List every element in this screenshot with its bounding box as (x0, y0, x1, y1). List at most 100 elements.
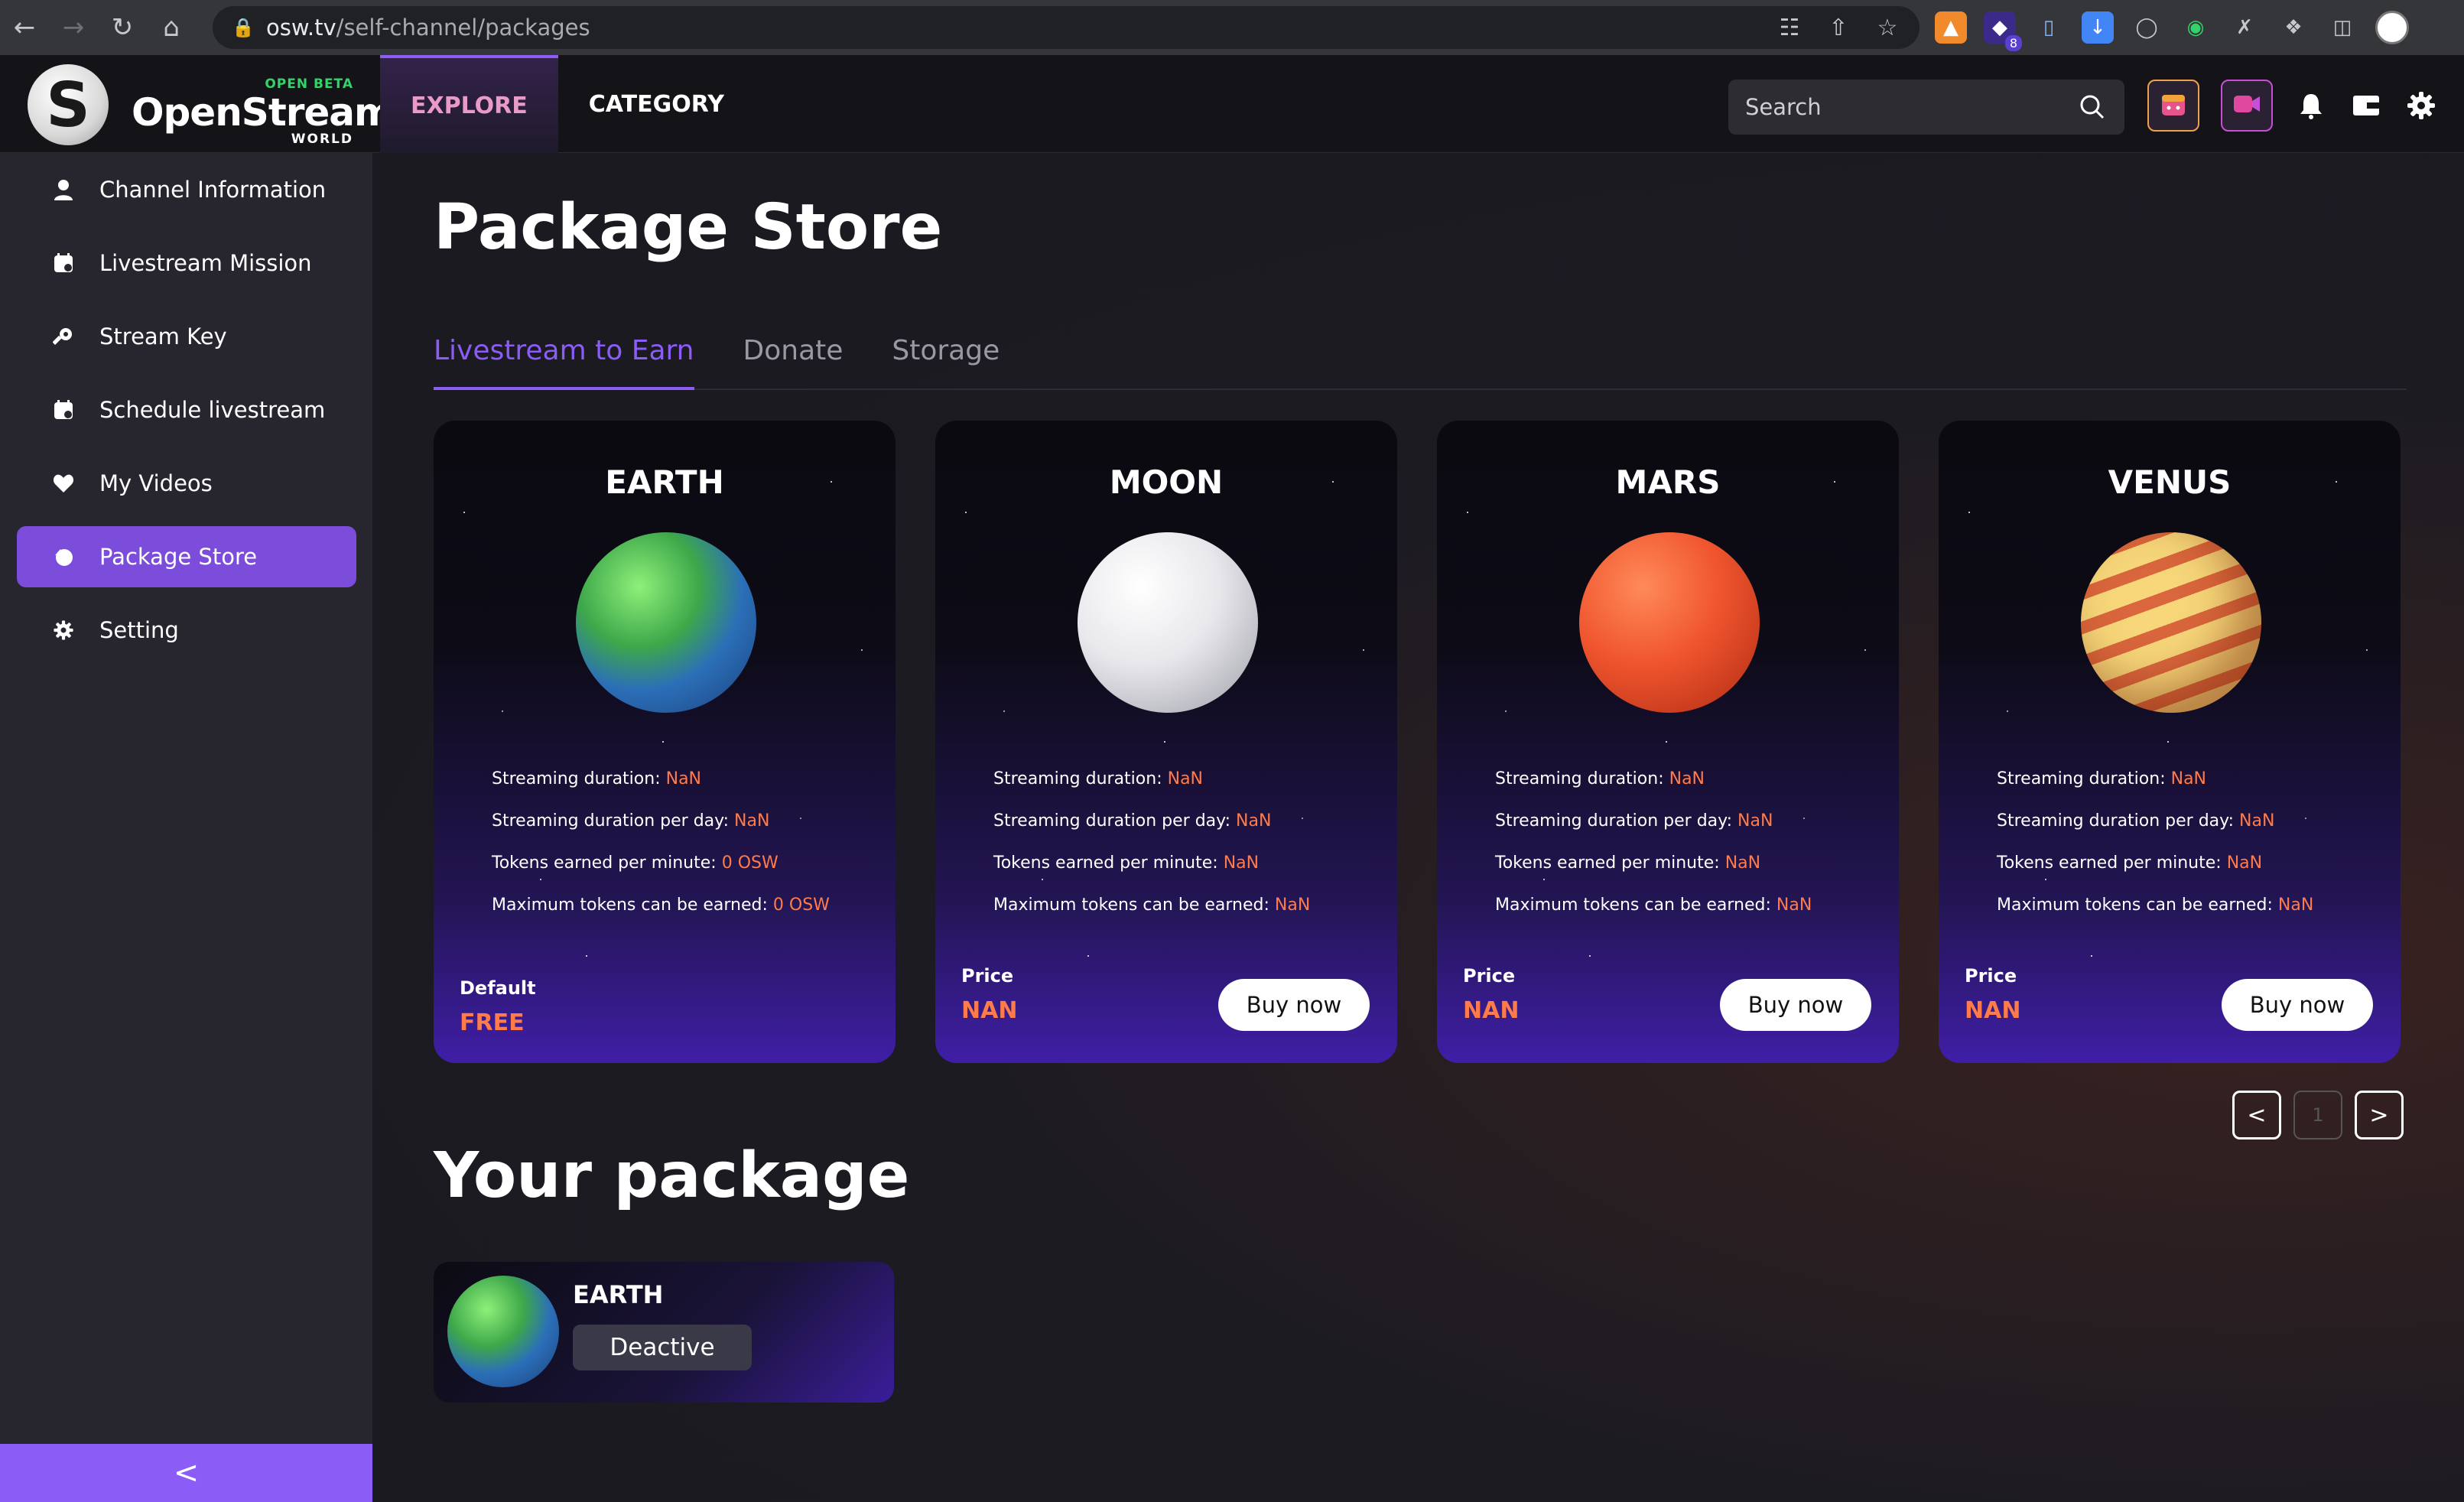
go-live-button[interactable] (2221, 80, 2273, 132)
share-icon[interactable]: ⇧ (1825, 14, 1852, 41)
sidebar-item-stream-key[interactable]: Stream Key (17, 306, 356, 367)
sidebar-item-label: Stream Key (99, 323, 227, 349)
package-name: EARTH (605, 463, 724, 501)
home-icon[interactable]: ⌂ (147, 0, 196, 55)
logo-beta-label: OPEN BETA (265, 76, 353, 92)
chevron-left-icon: < (173, 1455, 200, 1491)
logo-world-label: WORLD (291, 132, 353, 147)
calendar-icon (52, 252, 75, 275)
package-card-earth: EARTH Streaming duration: NaN Streaming … (434, 421, 896, 1063)
your-package-title: Your package (434, 1140, 910, 1212)
download-extension-icon[interactable]: ↓ (2082, 11, 2114, 44)
sidebar-collapse-button[interactable]: < (0, 1444, 372, 1502)
sidebar-item-setting[interactable]: Setting (17, 600, 356, 661)
buy-now-button[interactable]: Buy now (2222, 979, 2373, 1031)
package-name: MOON (1109, 463, 1224, 501)
bell-icon[interactable] (2294, 80, 2328, 132)
stat-label: Maximum tokens can be earned: (993, 896, 1269, 915)
sidebar-item-label: Package Store (99, 544, 258, 570)
search-box (1728, 80, 2124, 135)
stat-value: NaN (1669, 769, 1705, 788)
gear-icon (52, 619, 75, 642)
package-icon (52, 545, 75, 568)
deactive-button[interactable]: Deactive (573, 1325, 752, 1370)
search-input[interactable] (1745, 94, 2077, 120)
sidebar-item-channel-information[interactable]: Channel Information (17, 159, 356, 220)
green-extension-icon[interactable]: ◉ (2180, 11, 2212, 44)
stat-label: Streaming duration: (1495, 769, 1664, 788)
app-header: S OPEN BETA OpenStream WORLD EXPLORE CAT… (0, 55, 2464, 153)
sidebar-item-livestream-mission[interactable]: Livestream Mission (17, 232, 356, 294)
stat-label: Maximum tokens can be earned: (1495, 896, 1771, 915)
nav-explore[interactable]: EXPLORE (380, 55, 558, 153)
stat-value: NaN (2239, 811, 2275, 831)
wallet-extension-icon[interactable]: ◆ 8 (1984, 11, 2022, 51)
package-stats: Streaming duration: NaN Streaming durati… (1997, 769, 2313, 938)
package-card-moon: MOON Streaming duration: NaN Streaming d… (935, 421, 1397, 1063)
profile-avatar[interactable] (2375, 11, 2409, 44)
lock-icon: 🔒 (232, 17, 255, 38)
stat-label: Tokens earned per minute: (993, 853, 1218, 873)
stat-value: NaN (1776, 896, 1812, 915)
address-bar[interactable]: 🔒 osw.tv/self-channel/packages ☷ ⇧ ☆ (213, 6, 1920, 49)
gear-icon[interactable] (2404, 80, 2438, 132)
stat-value: NaN (1724, 853, 1761, 873)
stat-value: NaN (1274, 896, 1311, 915)
back-icon[interactable]: ← (0, 0, 49, 55)
translate-icon[interactable]: ☷ (1776, 14, 1803, 41)
price-value: FREE (460, 1009, 525, 1036)
chevron-left-icon: < (2247, 1101, 2267, 1129)
logo-mark-icon: S (28, 64, 109, 145)
stat-label: Streaming duration: (492, 769, 661, 788)
star-icon[interactable]: ☆ (1874, 14, 1901, 41)
stat-label: Streaming duration per day: (993, 811, 1230, 831)
docs-extension-icon[interactable]: ▯ (2033, 11, 2065, 44)
sidebar-item-label: Setting (99, 617, 179, 643)
tab-storage[interactable]: Storage (892, 329, 1000, 390)
logo[interactable]: S OPEN BETA OpenStream WORLD (28, 64, 394, 147)
earth-planet-image (447, 1276, 559, 1387)
stat-value: NaN (2226, 853, 2263, 873)
moon-planet-image (1078, 532, 1258, 713)
calendar-icon (2159, 89, 2188, 122)
metamask-extension-icon[interactable]: ▲ (1935, 11, 1967, 44)
price-value: NAN (1965, 997, 2021, 1024)
stat-label: Streaming duration: (993, 769, 1162, 788)
package-card-venus: VENUS Streaming duration: NaN Streaming … (1939, 421, 2401, 1063)
reload-icon[interactable]: ↻ (98, 0, 147, 55)
sidebar-item-schedule-livestream[interactable]: Schedule livestream (17, 379, 356, 441)
wallet-icon[interactable] (2349, 80, 2383, 132)
pagination-page[interactable]: 1 (2293, 1091, 2342, 1140)
buy-now-button[interactable]: Buy now (1218, 979, 1370, 1031)
schedule-calendar-button[interactable] (2147, 80, 2199, 132)
price-value: NAN (961, 997, 1018, 1024)
sidebar-item-label: Schedule livestream (99, 397, 326, 423)
sidebar-item-my-videos[interactable]: My Videos (17, 453, 356, 514)
top-nav: EXPLORE CATEGORY (380, 55, 755, 153)
tool-extension-icon[interactable]: ✗ (2228, 11, 2261, 44)
sidepanel-icon[interactable]: ◫ (2326, 11, 2358, 44)
circle-extension-icon[interactable]: ◯ (2131, 11, 2163, 44)
stat-label: Tokens earned per minute: (492, 853, 717, 873)
heart-icon (52, 472, 75, 495)
stat-value: NaN (734, 811, 770, 831)
price-label: Default (460, 977, 536, 999)
pagination-next-button[interactable]: > (2355, 1091, 2404, 1140)
price-label: Price (1463, 965, 1516, 987)
package-card-mars: MARS Streaming duration: NaN Streaming d… (1437, 421, 1899, 1063)
buy-now-button[interactable]: Buy now (1720, 979, 1871, 1031)
tab-livestream-to-earn[interactable]: Livestream to Earn (434, 329, 694, 390)
stat-value: NaN (1236, 811, 1272, 831)
stat-value: 0 OSW (721, 853, 779, 873)
puzzle-icon[interactable]: ❖ (2277, 11, 2310, 44)
nav-category[interactable]: CATEGORY (558, 55, 755, 153)
package-name: MARS (1615, 463, 1721, 501)
stat-label: Streaming duration per day: (1997, 811, 2234, 831)
pagination-prev-button[interactable]: < (2232, 1091, 2281, 1140)
stat-label: Maximum tokens can be earned: (492, 896, 768, 915)
forward-icon[interactable]: → (49, 0, 98, 55)
extension-badge: 8 (2004, 35, 2022, 51)
sidebar-item-package-store[interactable]: Package Store (17, 526, 356, 587)
tab-donate[interactable]: Donate (743, 329, 844, 390)
search-icon[interactable] (2077, 92, 2108, 122)
